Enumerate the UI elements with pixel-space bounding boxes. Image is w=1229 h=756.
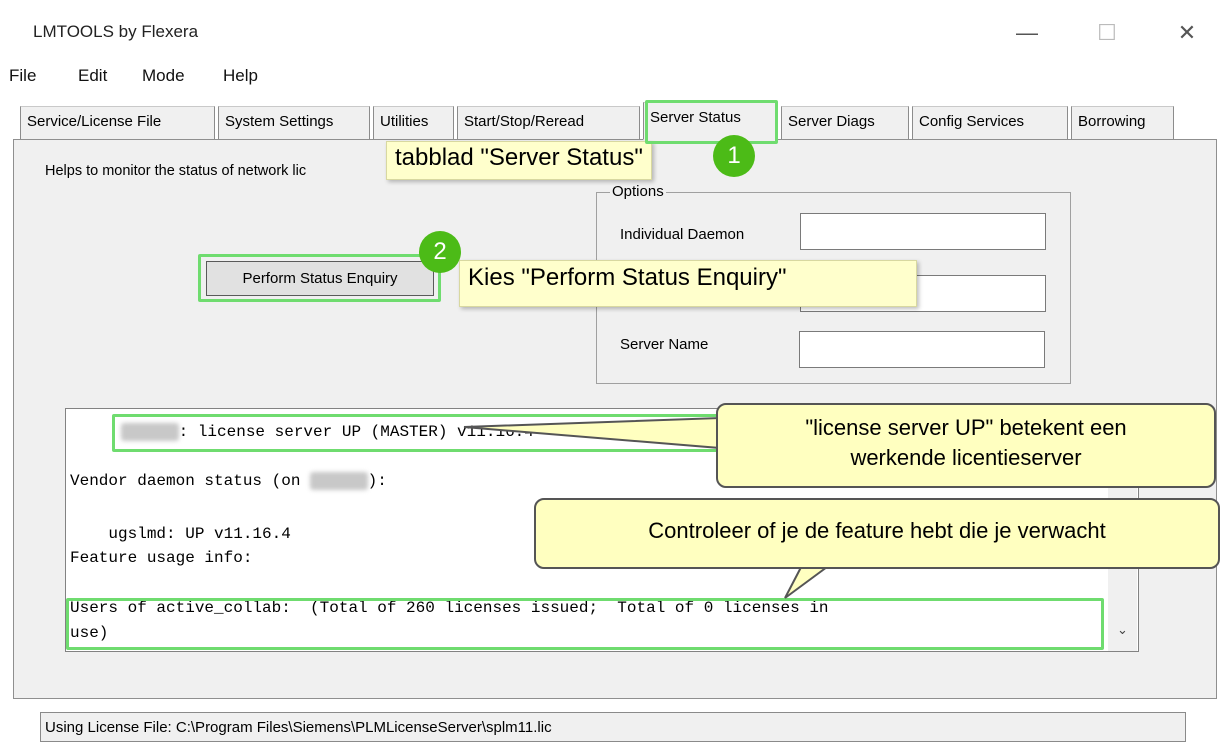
minimize-icon: — bbox=[1016, 20, 1038, 45]
step-badge-2: 2 bbox=[419, 231, 461, 273]
step-badge-1: 1 bbox=[713, 135, 755, 177]
balloon1-line2: werkende licentieserver bbox=[850, 445, 1082, 470]
server-name-input[interactable] bbox=[799, 331, 1045, 368]
tab-system-settings[interactable]: System Settings bbox=[218, 106, 370, 140]
window-title: LMTOOLS by Flexera bbox=[33, 22, 199, 41]
tab-utilities[interactable]: Utilities bbox=[373, 106, 454, 140]
individual-daemon-label: Individual Daemon bbox=[620, 226, 745, 243]
balloon-check-feature: Controleer of je de feature hebt die je … bbox=[534, 498, 1220, 569]
maximize-icon: ☐ bbox=[1097, 20, 1117, 45]
output-line-feature-usage: Feature usage info: bbox=[70, 549, 253, 567]
balloon1-line1: "license server UP" betekent een bbox=[805, 415, 1127, 440]
highlight-license-server-up bbox=[112, 414, 722, 452]
output-line-ugslmd: ugslmd: UP v11.16.4 bbox=[70, 525, 291, 543]
menu-file[interactable]: File bbox=[9, 66, 36, 86]
callout-server-status-tab: tabblad "Server Status" bbox=[386, 141, 652, 180]
menu-help[interactable]: Help bbox=[223, 66, 258, 86]
menu-bar: File Edit Mode Help bbox=[0, 64, 1229, 90]
close-button[interactable]: ✕ bbox=[1172, 18, 1202, 48]
tab-server-diags[interactable]: Server Diags bbox=[781, 106, 909, 140]
title-bar: LMTOOLS by Flexera — ☐ ✕ bbox=[0, 0, 1229, 62]
balloon-license-server-up: "license server UP" betekent een werkend… bbox=[716, 403, 1216, 488]
options-legend: Options bbox=[610, 183, 666, 200]
help-text: Helps to monitor the status of network l… bbox=[45, 163, 307, 179]
output-line-2-prefix: Vendor daemon status (on bbox=[70, 472, 311, 490]
highlight-server-status-tab bbox=[645, 100, 778, 144]
output-line-vendor-daemon: Vendor daemon status (on LMTLIC): bbox=[70, 472, 387, 490]
highlight-users-of-active-collab bbox=[66, 598, 1104, 650]
tab-service-license-file[interactable]: Service/License File bbox=[20, 106, 215, 140]
menu-edit[interactable]: Edit bbox=[78, 66, 107, 86]
blurred-hostname-2: LMTLIC bbox=[310, 472, 368, 490]
close-icon: ✕ bbox=[1177, 20, 1197, 45]
individual-daemon-input[interactable] bbox=[800, 213, 1046, 250]
tab-borrowing[interactable]: Borrowing bbox=[1071, 106, 1174, 140]
server-name-label: Server Name bbox=[620, 336, 709, 353]
tab-config-services[interactable]: Config Services bbox=[912, 106, 1068, 140]
callout-perform-status-enquiry: Kies "Perform Status Enquiry" bbox=[459, 260, 917, 307]
tab-start-stop-reread[interactable]: Start/Stop/Reread bbox=[457, 106, 640, 140]
highlight-perform-button bbox=[198, 254, 441, 302]
license-file-status: Using License File: C:\Program Files\Sie… bbox=[40, 712, 1186, 742]
output-line-2-suffix: ): bbox=[367, 472, 387, 490]
minimize-button[interactable]: — bbox=[1012, 18, 1042, 48]
menu-mode[interactable]: Mode bbox=[142, 66, 185, 86]
scroll-down-icon[interactable]: ⌄ bbox=[1117, 622, 1128, 638]
maximize-button[interactable]: ☐ bbox=[1092, 18, 1122, 48]
